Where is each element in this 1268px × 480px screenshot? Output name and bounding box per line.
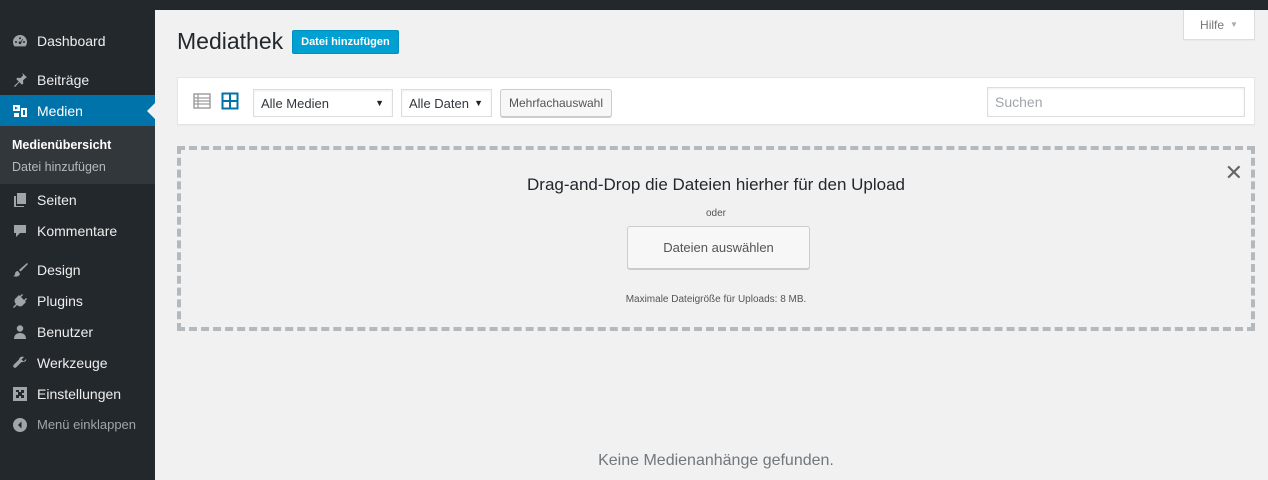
sidebar-item-tools[interactable]: Werkzeuge [0, 347, 155, 378]
submenu-item-library[interactable]: Medienübersicht [0, 134, 155, 156]
settings-icon [12, 386, 28, 402]
sidebar-item-settings[interactable]: Einstellungen [0, 378, 155, 409]
media-icon [12, 103, 28, 119]
submenu-item-add-file[interactable]: Datei hinzufügen [0, 156, 155, 178]
comments-icon [12, 223, 28, 239]
sidebar-item-label: Medien [37, 102, 83, 119]
sidebar-item-label: Plugins [37, 292, 83, 309]
sidebar-item-pages[interactable]: Seiten [0, 184, 155, 215]
sidebar-item-users[interactable]: Benutzer [0, 316, 155, 347]
plugin-icon [12, 293, 28, 309]
dropdown-arrow-icon: ▼ [474, 98, 483, 108]
list-view-icon[interactable] [193, 92, 211, 110]
search-input[interactable] [987, 87, 1245, 117]
collapse-icon [12, 417, 28, 433]
sidebar-item-label: Benutzer [37, 323, 94, 340]
sidebar-item-label: Design [37, 261, 81, 278]
sidebar-item-label: Dashboard [37, 32, 106, 49]
help-label: Hilfe [1200, 17, 1225, 32]
users-icon [12, 324, 28, 340]
sidebar-item-label: Seiten [37, 191, 77, 208]
admin-top-bar [0, 0, 1268, 10]
empty-media-message: Keine Medienanhänge gefunden. [598, 452, 834, 469]
media-submenu: Medienübersicht Datei hinzufügen [0, 126, 155, 184]
date-select[interactable]: Alle Daten ▼ [401, 89, 492, 117]
page-header: Mediathek Datei hinzufügen [177, 28, 399, 55]
collapse-label: Menü einklappen [37, 417, 137, 432]
sidebar-item-label: Werkzeuge [37, 354, 108, 371]
collapse-menu-button[interactable]: Menü einklappen [0, 409, 155, 440]
brush-icon [12, 262, 28, 278]
sidebar-item-design[interactable]: Design [0, 254, 155, 285]
sidebar-item-plugins[interactable]: Plugins [0, 285, 155, 316]
dropzone-title: Drag-and-Drop die Dateien hierher für de… [527, 175, 905, 194]
dropzone-or: oder [705, 208, 726, 219]
select-files-button[interactable]: Dateien auswählen [627, 226, 810, 269]
wrench-icon [12, 355, 28, 371]
chevron-down-icon: ▼ [1230, 20, 1238, 29]
sidebar-item-media[interactable]: Medien [0, 95, 155, 126]
media-toolbar: Alle Medien ▼ Alle Daten ▼ Mehrfachauswa… [177, 77, 1255, 125]
pin-icon [12, 72, 28, 88]
dashboard-icon [12, 33, 28, 49]
pages-icon [12, 192, 28, 208]
upload-dropzone[interactable]: ✕ Drag-and-Drop die Dateien hierher für … [177, 146, 1255, 331]
bulk-select-button[interactable]: Mehrfachauswahl [500, 89, 612, 117]
sidebar-item-dashboard[interactable]: Dashboard [0, 25, 155, 56]
sidebar-item-label: Kommentare [37, 222, 118, 239]
media-type-select[interactable]: Alle Medien ▼ [253, 89, 393, 117]
help-tab[interactable]: Hilfe ▼ [1183, 10, 1255, 40]
admin-sidebar: Dashboard Beiträge Medien Medienübersich… [0, 10, 155, 480]
date-value: Alle Daten [409, 95, 469, 111]
sidebar-item-posts[interactable]: Beiträge [0, 64, 155, 95]
media-type-value: Alle Medien [261, 95, 329, 111]
sidebar-item-label: Beiträge [37, 71, 90, 88]
page-title: Mediathek [177, 28, 284, 54]
grid-view-icon[interactable] [221, 92, 239, 110]
max-upload-size: Maximale Dateigröße für Uploads: 8 MB. [625, 294, 807, 305]
add-file-button[interactable]: Datei hinzufügen [292, 29, 399, 54]
sidebar-item-comments[interactable]: Kommentare [0, 215, 155, 246]
sidebar-item-label: Einstellungen [37, 385, 122, 402]
dropdown-arrow-icon: ▼ [375, 98, 384, 108]
